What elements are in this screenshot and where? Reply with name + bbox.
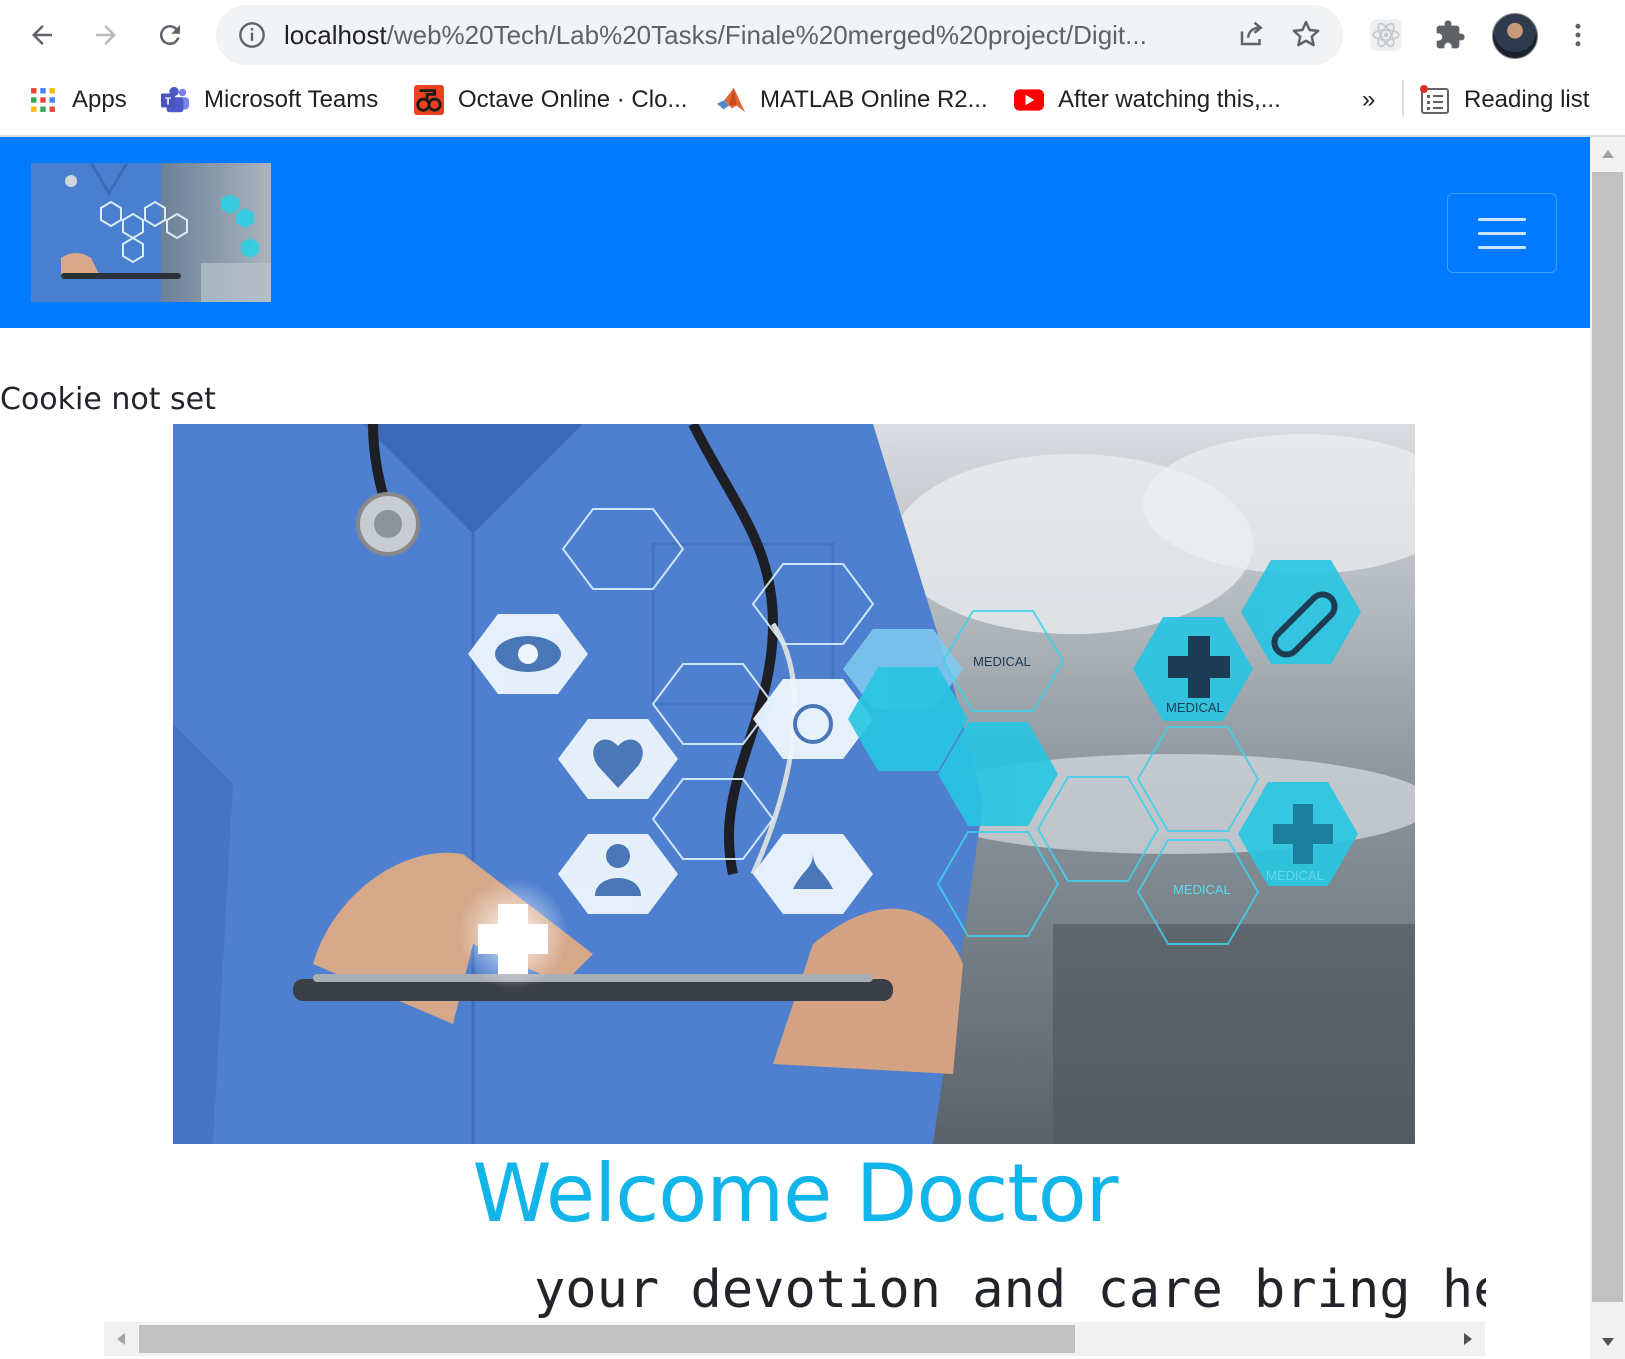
vertical-scrollbar[interactable] — [1590, 137, 1625, 1359]
bookmarks-overflow-button[interactable]: » — [1362, 80, 1375, 120]
react-atom-icon — [1370, 19, 1402, 51]
url-text[interactable]: localhost/web%20Tech/Lab%20Tasks/Finale%… — [284, 5, 1234, 65]
bookmark-label: Octave Online · Clo... — [458, 86, 688, 113]
extensions-button[interactable] — [1428, 13, 1472, 57]
bookmark-matlab-online[interactable]: MATLAB Online R2... — [716, 80, 988, 120]
bookmark-label: Microsoft Teams — [204, 86, 379, 113]
hamburger-line — [1478, 217, 1526, 221]
brand-logo-image[interactable] — [31, 163, 271, 302]
hero-medical-label: MEDICAL — [1173, 882, 1231, 897]
bookmark-label: After watching this,... — [1058, 86, 1281, 113]
back-button[interactable] — [20, 13, 64, 57]
site-info-icon[interactable] — [238, 21, 266, 53]
scroll-left-arrow-icon[interactable] — [104, 1322, 138, 1356]
react-devtools-extension[interactable] — [1364, 13, 1408, 57]
youtube-icon — [1014, 85, 1044, 115]
site-navbar — [0, 137, 1590, 328]
matlab-icon — [716, 85, 746, 115]
hamburger-line — [1478, 245, 1526, 249]
forward-button[interactable] — [84, 13, 128, 57]
hero-medical-label: MEDICAL — [973, 654, 1031, 669]
back-arrow-icon — [32, 25, 52, 45]
page-viewport: Cookie not set MEDICAL MEDICAL MEDICAL M… — [0, 137, 1590, 1359]
bookmarks-bar: Apps T Microsoft Teams Octave Online · C… — [0, 70, 1625, 137]
horizontal-scrollbar[interactable] — [104, 1322, 1485, 1356]
bookmark-octave-online[interactable]: Octave Online · Clo... — [414, 80, 687, 120]
hero-medical-label: MEDICAL — [1266, 868, 1324, 883]
reading-list-button[interactable]: Reading list — [1420, 80, 1589, 120]
hero-image: MEDICAL MEDICAL MEDICAL MEDICAL — [173, 424, 1415, 1144]
bookmark-youtube-video[interactable]: After watching this,... — [1014, 80, 1281, 120]
browser-toolbar: localhost/web%20Tech/Lab%20Tasks/Finale%… — [0, 0, 1625, 70]
scroll-down-arrow-icon[interactable] — [1590, 1327, 1625, 1357]
scroll-up-arrow-icon[interactable] — [1590, 139, 1625, 169]
hero-medical-label: MEDICAL — [1166, 700, 1224, 715]
marquee-tagline: your devotion and care bring he — [534, 1260, 1486, 1320]
bookmark-apps[interactable]: Apps — [28, 80, 127, 120]
navbar-toggle-button[interactable] — [1447, 193, 1557, 273]
share-icon[interactable] — [1237, 19, 1267, 53]
puzzle-piece-icon — [1436, 20, 1465, 49]
browser-menu-button[interactable] — [1556, 13, 1600, 57]
microsoft-teams-icon: T — [160, 85, 190, 115]
kebab-menu-icon — [1575, 23, 1581, 47]
reading-list-icon — [1420, 85, 1450, 115]
reload-button[interactable] — [148, 13, 192, 57]
bookmark-label: Apps — [72, 86, 127, 113]
bookmark-label: MATLAB Online R2... — [760, 86, 988, 113]
hamburger-line — [1478, 231, 1526, 235]
cookie-status-text: Cookie not set — [0, 382, 216, 417]
octave-online-icon — [414, 85, 444, 115]
apps-grid-icon — [28, 85, 58, 115]
svg-text:T: T — [165, 97, 172, 108]
bookmark-microsoft-teams[interactable]: T Microsoft Teams — [160, 80, 378, 120]
vertical-scroll-thumb[interactable] — [1592, 172, 1623, 1302]
bookmarks-separator — [1402, 80, 1404, 116]
reading-list-label: Reading list — [1464, 86, 1590, 113]
double-chevron-right-icon: » — [1362, 86, 1376, 113]
horizontal-scroll-thumb[interactable] — [139, 1325, 1075, 1353]
profile-avatar[interactable] — [1492, 13, 1538, 59]
url-host: localhost — [284, 20, 387, 50]
address-bar[interactable]: localhost/web%20Tech/Lab%20Tasks/Finale%… — [216, 5, 1343, 65]
forward-arrow-icon — [96, 25, 116, 45]
welcome-heading: Welcome Doctor — [472, 1147, 1118, 1240]
reload-icon — [159, 25, 180, 46]
scroll-right-arrow-icon[interactable] — [1451, 1322, 1485, 1356]
url-path: /web%20Tech/Lab%20Tasks/Finale%20merged%… — [386, 20, 1147, 50]
bookmark-star-icon[interactable] — [1291, 19, 1321, 53]
